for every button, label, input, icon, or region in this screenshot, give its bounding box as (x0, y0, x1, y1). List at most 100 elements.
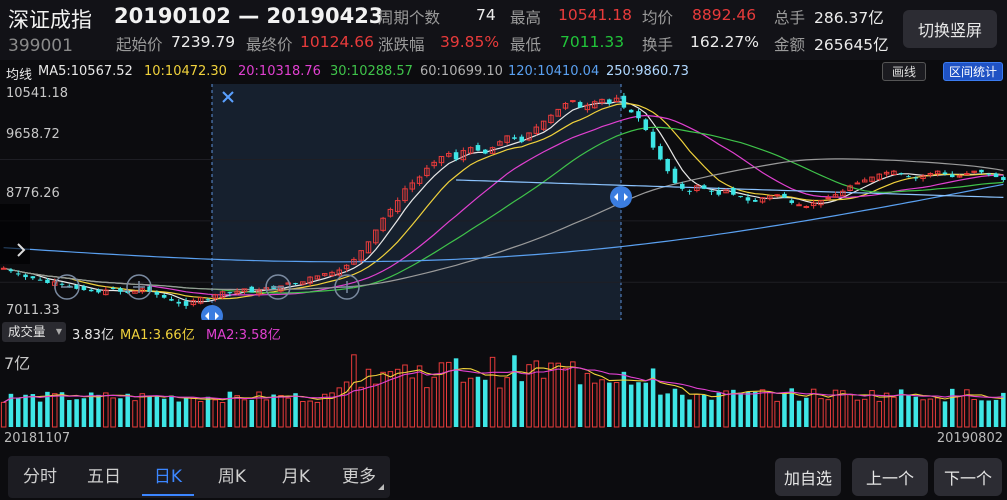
volume-bar (212, 399, 219, 428)
stat-key-high: 最高 (510, 9, 542, 27)
candle-body (716, 190, 722, 195)
tab-intraday[interactable]: 分时 (8, 456, 72, 498)
switch-portrait-button[interactable]: 切换竖屏 (903, 10, 997, 48)
ma250-value: 250:9860.73 (606, 64, 689, 79)
candle-body (607, 99, 612, 104)
candle-body (913, 177, 919, 179)
volume-bar (555, 362, 561, 428)
volume-bar (891, 396, 897, 428)
next-button[interactable]: 下一个 (934, 458, 1002, 496)
stat-value-periods: 74 (476, 6, 496, 24)
volume-bar (650, 368, 656, 427)
volume-bar (752, 391, 758, 427)
header-bar: 深证成指 20190102 — 20190423 399001 周期个数 74 … (0, 0, 1007, 60)
candle-body (183, 301, 189, 306)
volume-bar (694, 393, 700, 428)
volume-bar (0, 401, 7, 428)
volume-bar (139, 393, 146, 428)
date-start-label: 20181107 (4, 431, 71, 446)
volume-bar (883, 392, 890, 428)
tab-more[interactable]: 更多 (328, 456, 390, 498)
expand-left-icon[interactable] (0, 204, 30, 264)
volume-bar (37, 401, 43, 427)
volume-bar (570, 361, 576, 428)
range-stats-button[interactable]: 区间统计 (943, 62, 1003, 81)
volume-bar (219, 402, 226, 428)
candle-body (227, 292, 233, 294)
ma10-value: 10:10472.30 (144, 64, 227, 79)
candle-body (154, 291, 160, 295)
stat-key-turnover: 换手 (642, 36, 674, 54)
candle-body (570, 100, 576, 103)
volume-bar (81, 398, 87, 427)
price-label-top: 10541.18 (6, 86, 69, 101)
volume-bar (840, 390, 846, 428)
volume-bar (161, 398, 167, 427)
volume-bar (533, 360, 540, 428)
stat-key-change: 涨跌幅 (378, 36, 425, 54)
volume-bar (913, 396, 919, 427)
dropdown-icon: ▼ (55, 327, 62, 336)
date-end-label: 20190802 (936, 431, 1003, 446)
add-watchlist-button[interactable]: 加自选 (775, 458, 841, 496)
candle-body (30, 276, 36, 279)
candle-body (825, 197, 831, 200)
volume-bar (971, 399, 977, 428)
volume-bar (636, 382, 641, 427)
volume-ma2-line (3, 366, 1004, 403)
candle-body (205, 299, 211, 301)
candle-body (993, 173, 999, 178)
kline-chart[interactable] (0, 84, 1007, 320)
volume-bar (591, 382, 598, 428)
volume-bar (548, 362, 554, 428)
price-label-bottom: 7011.33 (6, 303, 60, 318)
candle-body (731, 187, 736, 195)
candle-body (1001, 177, 1006, 181)
tab-five-day[interactable]: 五日 (72, 456, 136, 498)
volume-bar (88, 392, 94, 427)
volume-bar (227, 391, 233, 427)
candle-body (898, 173, 904, 175)
tab-monthly-k[interactable]: 月K (264, 456, 328, 498)
candle-body (986, 173, 992, 175)
volume-bar (197, 401, 204, 428)
tab-daily-k[interactable]: 日K (136, 456, 200, 498)
candle-body (45, 279, 50, 283)
candle-body (782, 193, 787, 198)
stat-key-avg: 均价 (642, 9, 674, 27)
candle-body (789, 200, 794, 203)
stat-value-avg: 8892.46 (692, 6, 757, 24)
draw-line-button[interactable]: 画线 (882, 62, 926, 81)
volume-bar (927, 398, 934, 428)
volume-bar (861, 398, 868, 428)
volume-bar (519, 381, 525, 427)
volume-bar (307, 400, 313, 428)
volume-bar (103, 392, 109, 428)
indicator-select[interactable]: 成交量 ▼ (2, 322, 66, 342)
volume-bar (132, 400, 138, 428)
tab-more-label: 更多 (342, 467, 376, 487)
volume-bar (658, 394, 663, 427)
stat-key-total-hands: 总手 (774, 9, 806, 27)
candle-body (23, 274, 28, 278)
candle-body (964, 173, 970, 176)
stat-value-low: 7011.33 (560, 33, 625, 51)
candle-body (854, 182, 861, 185)
candle-body (942, 172, 948, 175)
previous-button[interactable]: 上一个 (852, 458, 928, 496)
volume-bar (205, 396, 211, 427)
volume-bar (475, 376, 481, 427)
candle-body (8, 269, 14, 272)
volume-bar (482, 379, 488, 427)
tab-weekly-k[interactable]: 周K (200, 456, 264, 498)
ma-label: 均线 (6, 68, 33, 83)
candle-body (687, 190, 692, 192)
volume-bar (169, 395, 174, 427)
volume-bar (854, 399, 861, 428)
index-code: 399001 (8, 36, 73, 56)
stat-value-change: 39.85% (440, 33, 500, 51)
volume-bar (950, 388, 955, 427)
range-end-handle-icon[interactable] (610, 186, 632, 208)
volume-bar (745, 391, 751, 427)
volume-bar (789, 388, 794, 427)
